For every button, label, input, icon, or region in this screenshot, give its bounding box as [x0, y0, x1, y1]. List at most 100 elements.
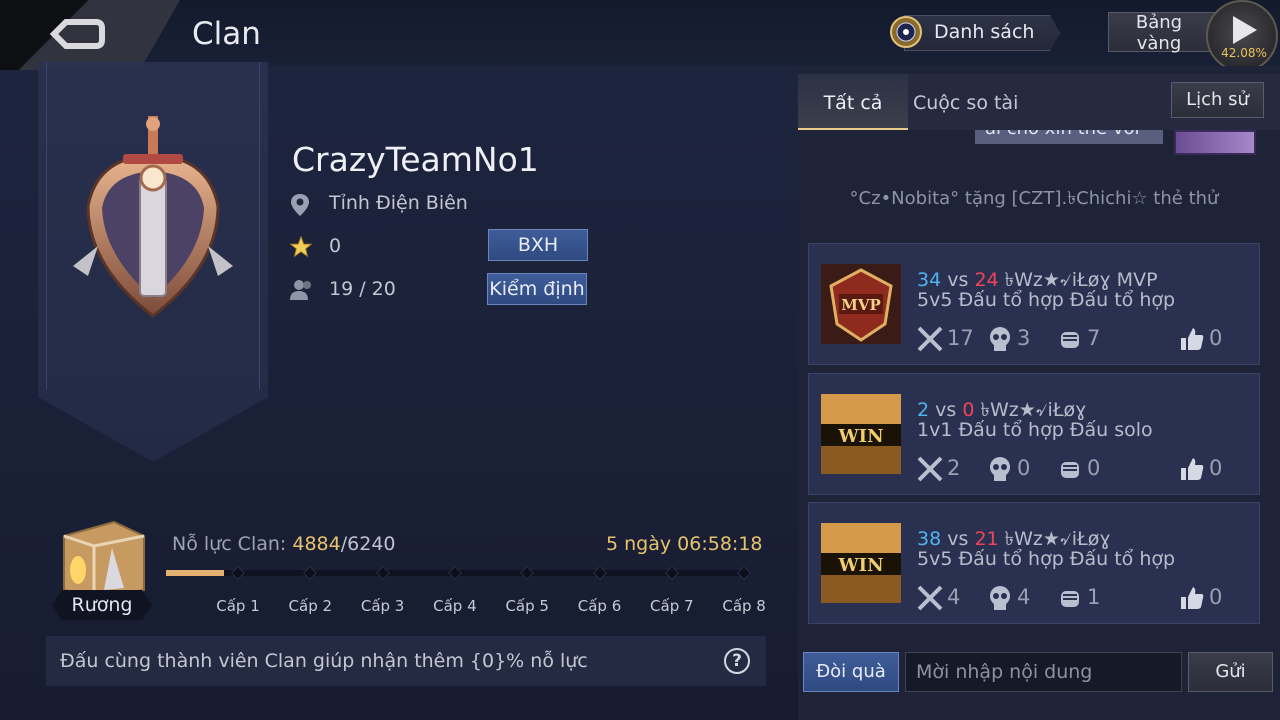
assists-value: 0: [1087, 456, 1101, 480]
clan-stars-row: 0: [290, 234, 390, 262]
match-player: ৳Wz★৵iŁøɣ MVP: [1004, 269, 1158, 291]
back-arrow-icon: [49, 19, 105, 49]
match-card[interactable]: WIN 38 vs 21 ৳Wz★৵iŁøɣ 5v5 Đấu tổ hợp Đấ…: [808, 502, 1260, 624]
score-vs: vs: [947, 269, 969, 291]
location-pin-icon: [291, 194, 309, 216]
kills-value: 2: [947, 456, 961, 480]
likes-value: 0: [1209, 456, 1223, 480]
tab-matches[interactable]: Cuộc so tài: [913, 92, 1018, 114]
score-team-b: 21: [974, 528, 999, 550]
chest-icon[interactable]: [54, 518, 150, 600]
assists-stat: 1: [1057, 585, 1117, 611]
request-gift-button[interactable]: Đòi quà: [803, 652, 899, 692]
clan-stars: 0: [329, 235, 342, 257]
clan-location-row: Tỉnh Điện Biên: [290, 191, 550, 219]
assists-value: 7: [1087, 326, 1101, 350]
fist-icon: [1061, 332, 1079, 348]
match-player: ৳Wz★৵iŁøɣ: [1004, 528, 1111, 550]
page-title: Clan: [192, 16, 261, 52]
win-badge-icon: WIN: [821, 394, 901, 474]
play-progress: 42.08%: [1221, 46, 1267, 60]
assists-stat: 7: [1057, 326, 1117, 352]
deaths-value: 0: [1017, 456, 1031, 480]
effort-level-label: Cấp 3: [360, 597, 405, 615]
gold-board-label-line2: vàng: [1136, 33, 1182, 54]
effort-level-label: Cấp 4: [433, 597, 477, 615]
mvp-badge-text: MVP: [841, 296, 881, 314]
rank-button[interactable]: BXH: [488, 229, 588, 261]
clan-list-button[interactable]: Danh sách: [888, 12, 1060, 54]
gift-message: °Cz•Nobita° tặng [CZT].৳Chichi☆ thẻ thử: [849, 188, 1219, 209]
likes-stat[interactable]: 0: [1179, 456, 1239, 482]
clan-effort-label: Nỗ lực Clan:: [172, 533, 287, 555]
score-team-a: 2: [917, 399, 930, 421]
tab-all[interactable]: Tất cả: [798, 74, 908, 130]
kills-stat: 17: [917, 326, 977, 352]
likes-value: 0: [1209, 585, 1223, 609]
send-button[interactable]: Gửi: [1188, 652, 1273, 692]
skull-icon: [990, 327, 1010, 351]
chat-message-partial: ai cho xin thẻ với: [975, 130, 1163, 144]
history-button[interactable]: Lịch sử: [1171, 82, 1264, 118]
effort-level-label: Cấp 1: [216, 597, 260, 615]
effort-progress-fill: [166, 570, 224, 576]
effort-level-label: Cấp 5: [505, 597, 549, 615]
win-badge-text: WIN: [837, 555, 883, 576]
effort-timer: 5 ngày 06:58:18: [606, 533, 763, 555]
assists-value: 1: [1087, 585, 1101, 609]
effort-level-label: Cấp 6: [577, 597, 622, 615]
clan-effort-current: 4884: [292, 533, 341, 555]
win-badge-text: WIN: [837, 426, 883, 447]
kills-value: 4: [947, 585, 961, 609]
win-badge-icon: WIN: [821, 523, 901, 603]
members-icon: [290, 280, 311, 300]
thumbs-up-icon: [1181, 587, 1204, 609]
clan-effort: Nỗ lực Clan: 4884/6240: [172, 533, 396, 555]
kills-value: 17: [947, 326, 974, 350]
skull-icon: [990, 457, 1010, 481]
play-button[interactable]: 42.08%: [1206, 0, 1278, 72]
swords-icon: [917, 585, 943, 611]
likes-value: 0: [1209, 326, 1223, 350]
swords-icon: [917, 456, 943, 482]
deaths-stat: 3: [987, 326, 1047, 352]
effort-level-label: Cấp 2: [288, 597, 333, 615]
chat-message-partial-text: ai cho xin thẻ với: [985, 130, 1140, 139]
clan-list-label: Danh sách: [934, 21, 1035, 43]
match-player: ৳Wz★৵iŁøɣ: [980, 399, 1087, 421]
clan-members: 19 / 20: [329, 278, 396, 300]
deaths-value: 3: [1017, 326, 1031, 350]
gold-board-button[interactable]: Bảng vàng: [1108, 12, 1218, 54]
chat-card-image: [1174, 130, 1256, 155]
mvp-badge-icon: MVP: [821, 264, 901, 344]
match-mode: 5v5 Đấu tổ hợp Đấu tổ hợp: [917, 548, 1176, 570]
play-icon: [1233, 16, 1257, 44]
star-icon: [290, 236, 312, 258]
swords-icon: [917, 326, 943, 352]
gold-board-label-line1: Bảng: [1135, 12, 1183, 33]
likes-stat[interactable]: 0: [1179, 326, 1239, 352]
skull-icon: [990, 586, 1010, 610]
deaths-value: 4: [1017, 585, 1031, 609]
match-card[interactable]: WIN 2 vs 0 ৳Wz★৵iŁøɣ 1v1 Đấu tổ hợp Đấu …: [808, 373, 1260, 495]
likes-stat[interactable]: 0: [1179, 585, 1239, 611]
fist-icon: [1061, 591, 1079, 607]
kills-stat: 2: [917, 456, 977, 482]
fist-icon: [1061, 462, 1079, 478]
thumbs-up-icon: [1181, 328, 1204, 350]
score-team-b: 24: [974, 269, 999, 291]
match-mode: 1v1 Đấu tổ hợp Đấu solo: [917, 419, 1153, 441]
chat-input[interactable]: [905, 652, 1182, 692]
clan-location: Tỉnh Điện Biên: [329, 192, 468, 214]
chest-label: Rương: [71, 594, 133, 616]
help-icon[interactable]: ?: [724, 648, 750, 674]
clan-crest-icon: [73, 116, 233, 318]
deaths-stat: 4: [987, 585, 1047, 611]
verify-button[interactable]: Kiểm định: [487, 273, 587, 305]
kills-stat: 4: [917, 585, 977, 611]
clan-effort-max: 6240: [347, 533, 396, 555]
deaths-stat: 0: [987, 456, 1047, 482]
match-mode: 5v5 Đấu tổ hợp Đấu tổ hợp: [917, 289, 1176, 311]
match-card[interactable]: MVP 34 vs 24 ৳Wz★৵iŁøɣ MVP 5v5 Đấu tổ hợ…: [808, 243, 1260, 365]
clan-name: CrazyTeamNo1: [292, 140, 539, 179]
